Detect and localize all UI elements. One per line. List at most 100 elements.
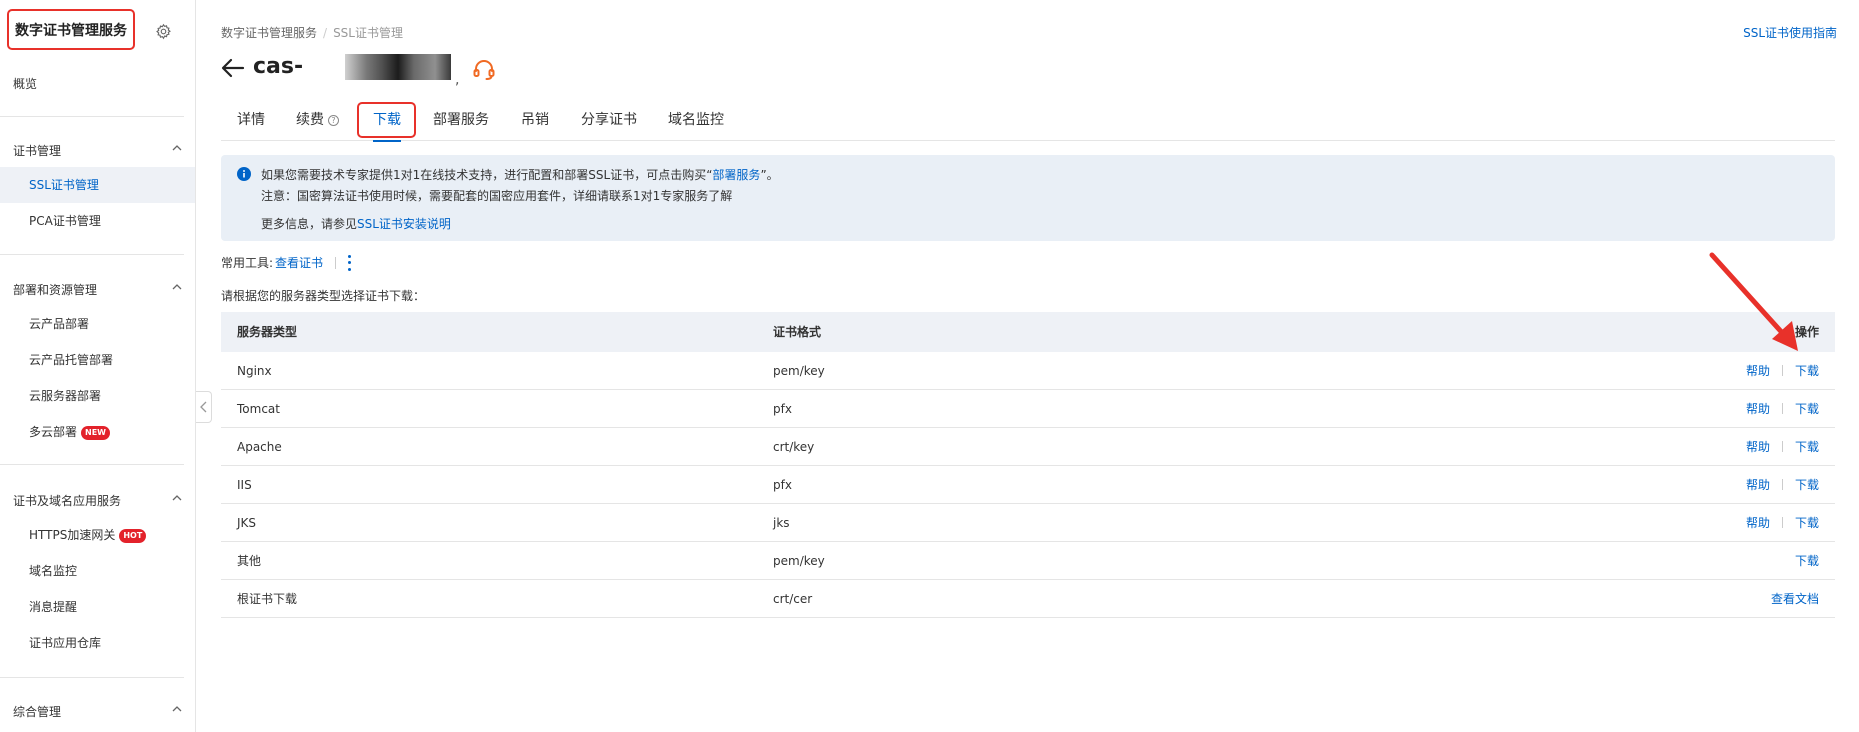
help-link[interactable]: 帮助 <box>1746 504 1770 542</box>
server-type: 根证书下载 <box>237 592 298 606</box>
help-link[interactable]: 帮助 <box>1746 390 1770 428</box>
sidebar-item-label: 云服务器部署 <box>29 389 102 403</box>
tab-label: 域名监控 <box>668 112 724 128</box>
row-actions: 查看文档 <box>1771 580 1819 617</box>
server-type: JKS <box>237 516 257 530</box>
table-header: 服务器类型 证书格式 操作 <box>221 312 1835 352</box>
sidebar-item-cloud-deploy[interactable]: 云产品部署 <box>0 306 195 342</box>
download-link[interactable]: 下载 <box>1795 428 1819 466</box>
table-row: 根证书下载 crt/cer 查看文档 <box>221 580 1835 618</box>
tab-label: 下载 <box>373 112 401 128</box>
sidebar-item-cert-repo[interactable]: 证书应用仓库 <box>0 625 195 661</box>
chevron-up-icon <box>172 706 182 712</box>
tab-revoke[interactable]: 吊销 <box>521 100 549 141</box>
tab-label: 分享证书 <box>581 112 637 128</box>
view-docs-link[interactable]: 查看文档 <box>1771 580 1819 618</box>
row-actions: 下载 <box>1795 542 1819 579</box>
sidebar-group-label: 部署和资源管理 <box>13 283 98 297</box>
brand-title[interactable]: 数字证书管理服务 <box>7 9 135 50</box>
breadcrumb-item-current[interactable]: SSL证书管理 <box>333 26 403 40</box>
sidebar-divider <box>0 254 184 255</box>
download-link[interactable]: 下载 <box>1795 504 1819 542</box>
table-row: Tomcat pfx 帮助 下载 <box>221 390 1835 428</box>
hot-badge: HOT <box>119 529 147 543</box>
notice-line-1: 如果您需要技术专家提供1对1在线技术支持，进行配置和部署SSL证书，可点击购买“… <box>261 166 779 183</box>
divider <box>335 256 337 269</box>
help-icon[interactable]: ? <box>328 115 339 126</box>
new-badge: NEW <box>81 426 110 440</box>
download-link[interactable]: 下载 <box>1795 390 1819 428</box>
sidebar-item-label: 云产品部署 <box>29 317 90 331</box>
server-type: Tomcat <box>237 402 280 416</box>
ssl-guide-link[interactable]: SSL证书使用指南 <box>1743 24 1837 41</box>
table-row: IIS pfx 帮助 下载 <box>221 466 1835 504</box>
sidebar-item-domain-monitor[interactable]: 域名监控 <box>0 553 195 589</box>
tab-download[interactable]: 下载 <box>373 100 401 142</box>
breadcrumb-item[interactable]: 数字证书管理服务 <box>221 26 317 40</box>
tools-label: 常用工具: <box>221 256 274 270</box>
download-table: 服务器类型 证书格式 操作 Nginx pem/key 帮助 下载 Tomcat … <box>221 312 1835 618</box>
tab-label: 详情 <box>237 112 265 128</box>
sidebar: 数字证书管理服务 概览 证书管理 SSL证书管理 PCA证书管理 部署和资源管理… <box>0 0 196 732</box>
column-header-format: 证书格式 <box>773 325 822 339</box>
sidebar-group-deploy[interactable]: 部署和资源管理 <box>13 281 183 298</box>
sidebar-group-general[interactable]: 综合管理 <box>13 703 183 720</box>
sidebar-item-label: SSL证书管理 <box>29 178 99 192</box>
server-type: 其他 <box>237 554 262 568</box>
cert-format: crt/key <box>773 440 815 454</box>
row-actions: 帮助 下载 <box>1746 428 1819 465</box>
server-type: Nginx <box>237 364 272 378</box>
cert-format: jks <box>773 516 790 530</box>
download-link[interactable]: 下载 <box>1795 466 1819 504</box>
more-icon[interactable] <box>348 254 352 271</box>
sidebar-item-notifications[interactable]: 消息提醒 <box>0 589 195 625</box>
deploy-service-link[interactable]: 部署服务 <box>712 168 760 182</box>
breadcrumb-separator: / <box>323 26 328 40</box>
cert-format: pem/key <box>773 554 825 568</box>
ssl-install-guide-link[interactable]: SSL证书安装说明 <box>357 217 451 231</box>
divider <box>1781 365 1783 376</box>
tab-renew[interactable]: 续费? <box>296 100 339 141</box>
help-link[interactable]: 帮助 <box>1746 466 1770 504</box>
sidebar-group-cert-management[interactable]: 证书管理 <box>13 142 183 159</box>
sidebar-item-server-deploy[interactable]: 云服务器部署 <box>0 378 195 414</box>
page-title: cas- <box>253 54 304 79</box>
notice-text: 如果您需要技术专家提供1对1在线技术支持，进行配置和部署SSL证书，可点击购买“ <box>261 168 713 182</box>
table-row: JKS jks 帮助 下载 <box>221 504 1835 542</box>
sidebar-divider <box>0 464 184 465</box>
tab-details[interactable]: 详情 <box>237 100 265 141</box>
notice-text: 更多信息，请参见 <box>261 217 358 231</box>
gear-icon[interactable] <box>155 23 172 40</box>
support-headset-icon[interactable] <box>472 57 496 81</box>
chevron-up-icon <box>172 145 182 151</box>
divider <box>1781 517 1783 528</box>
sidebar-group-app-services[interactable]: 证书及域名应用服务 <box>13 492 183 509</box>
sidebar-collapse-button[interactable] <box>196 391 212 423</box>
sidebar-item-https-gateway[interactable]: HTTPS加速网关 HOT <box>0 517 195 553</box>
download-link[interactable]: 下载 <box>1795 352 1819 390</box>
sidebar-item-ssl-cert[interactable]: SSL证书管理 <box>0 167 195 203</box>
view-cert-link[interactable]: 查看证书 <box>275 254 323 271</box>
cert-format: pem/key <box>773 364 825 378</box>
back-arrow-icon[interactable] <box>221 58 245 78</box>
table-row: Apache crt/key 帮助 下载 <box>221 428 1835 466</box>
notice-line-3: 更多信息，请参见SSL证书安装说明 <box>261 215 451 232</box>
row-actions: 帮助 下载 <box>1746 504 1819 541</box>
download-link[interactable]: 下载 <box>1795 542 1819 580</box>
row-actions: 帮助 下载 <box>1746 390 1819 427</box>
chevron-up-icon <box>172 495 182 501</box>
sidebar-item-overview[interactable]: 概览 <box>13 75 37 92</box>
cert-format: pfx <box>773 402 792 416</box>
sidebar-item-multicloud-deploy[interactable]: 多云部署 NEW <box>0 414 195 450</box>
redacted-region <box>345 54 451 80</box>
table-row: 其他 pem/key 下载 <box>221 542 1835 580</box>
help-link[interactable]: 帮助 <box>1746 428 1770 466</box>
help-link[interactable]: 帮助 <box>1746 352 1770 390</box>
sidebar-item-managed-deploy[interactable]: 云产品托管部署 <box>0 342 195 378</box>
sidebar-item-pca-cert[interactable]: PCA证书管理 <box>0 203 195 239</box>
sidebar-group-label: 证书及域名应用服务 <box>13 494 122 508</box>
tab-domain-monitor[interactable]: 域名监控 <box>668 100 724 141</box>
tab-deploy-service[interactable]: 部署服务 <box>433 100 489 141</box>
row-actions: 帮助 下载 <box>1746 466 1819 503</box>
tab-share-cert[interactable]: 分享证书 <box>581 100 637 141</box>
